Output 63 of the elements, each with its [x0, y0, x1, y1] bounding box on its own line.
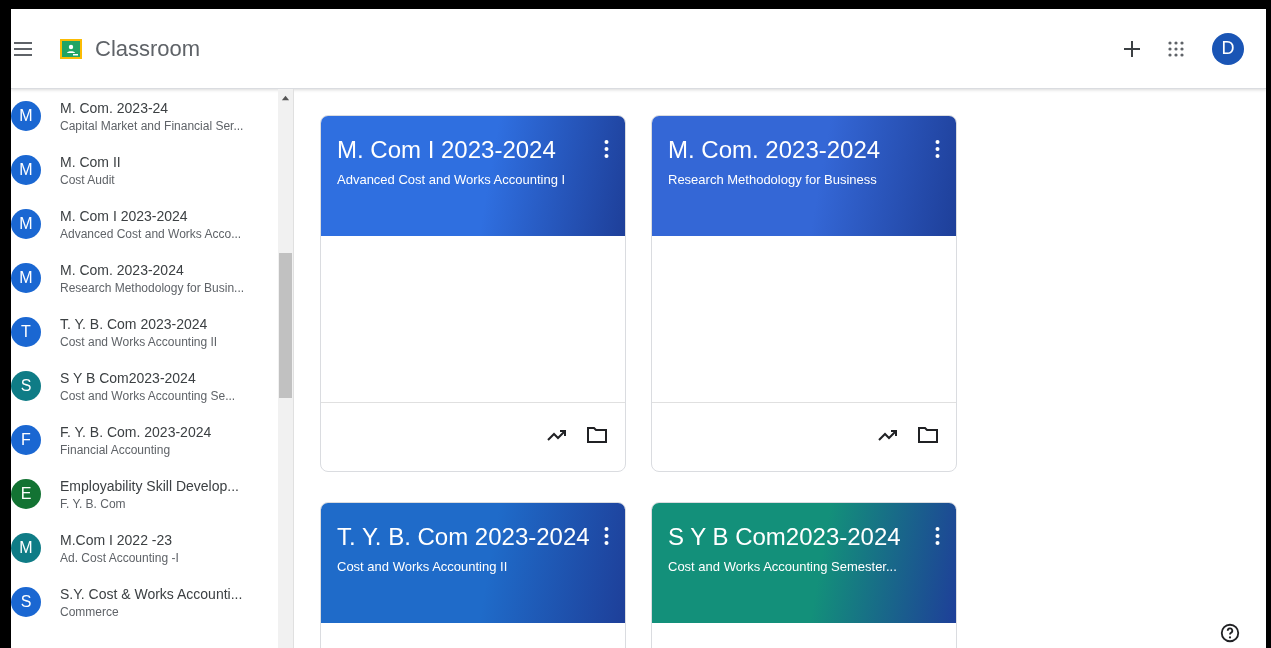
card-title[interactable]: T. Y. B. Com 2023-2024: [337, 523, 590, 551]
class-initial-avatar: M: [11, 533, 41, 563]
class-title: Employability Skill Develop...: [60, 477, 239, 494]
class-list-item[interactable]: M M. Com II Cost Audit: [11, 143, 278, 197]
class-list-item[interactable]: M M. Com I 2023-2024 Advanced Cost and Works Acco...: [11, 197, 278, 251]
class-title: M. Com II: [60, 153, 121, 170]
scroll-up-arrow-icon[interactable]: [281, 94, 290, 103]
class-subtitle: Cost Audit: [60, 172, 116, 187]
class-title: T. Y. B. Com 2023-2024: [60, 315, 209, 332]
card-title[interactable]: M. Com I 2023-2024: [337, 136, 556, 164]
class-list-item[interactable]: M M. Com. 2023-24 Capital Market and Financial Ser...: [11, 89, 278, 143]
class-subtitle: Capital Market and Financial Ser...: [60, 118, 244, 133]
scrollbar-thumb[interactable]: [279, 253, 292, 398]
classroom-logo-icon[interactable]: [59, 36, 83, 61]
class-initial-avatar: S: [11, 371, 41, 401]
class-subtitle: Advanced Cost and Works Acco...: [60, 226, 242, 241]
class-title: S.Y. Cost & Works Accounti...: [60, 585, 243, 602]
class-list-item[interactable]: F F. Y. B. Com. 2023-2024 Financial Accounting: [11, 413, 278, 467]
class-initial-avatar: M: [11, 209, 41, 239]
class-initial-avatar: S: [11, 587, 41, 617]
class-initial-avatar: M: [11, 155, 41, 185]
scrollbar[interactable]: [278, 89, 293, 648]
class-initial-avatar: E: [11, 479, 41, 509]
class-initial-avatar: T: [11, 317, 41, 347]
class-list-item[interactable]: S S Y B Com2023-2024 Cost and Works Accounting Se...: [11, 359, 278, 413]
class-title: M. Com. 2023-2024: [60, 261, 185, 278]
more-options-icon[interactable]: [935, 139, 940, 159]
class-title: S Y B Com2023-2024: [60, 369, 197, 386]
class-subtitle: Research Methodology for Busin...: [60, 280, 245, 295]
more-options-icon[interactable]: [604, 526, 609, 546]
card-banner[interactable]: M. Com. 2023-2024 Research Methodology for Business: [652, 116, 956, 236]
class-list-item[interactable]: E Employability Skill Develop... F. Y. B. Com: [11, 467, 278, 521]
account-avatar[interactable]: D: [1212, 32, 1244, 65]
class-subtitle: Financial Accounting: [60, 442, 172, 457]
card-subtitle: Cost and Works Accounting Semester...: [668, 559, 898, 574]
class-subtitle: Ad. Cost Accounting -I: [60, 550, 179, 565]
class-subtitle: Cost and Works Accounting II: [60, 334, 218, 349]
class-initial-avatar: M: [11, 263, 41, 293]
class-list-item[interactable]: S S.Y. Cost & Works Accounti... Commerce: [11, 575, 278, 629]
class-subtitle: F. Y. B. Com: [60, 496, 127, 511]
class-title: M. Com I 2023-2024: [60, 207, 189, 224]
class-list-item[interactable]: T T. Y. B. Com 2023-2024 Cost and Works Accounting II: [11, 305, 278, 359]
class-title: F. Y. B. Com. 2023-2024: [60, 423, 212, 440]
card-subtitle: Cost and Works Accounting II: [337, 559, 509, 574]
card-banner[interactable]: T. Y. B. Com 2023-2024 Cost and Works Accounting II: [321, 503, 625, 623]
class-list-item[interactable]: M M. Com. 2023-2024 Research Methodology for Busin...: [11, 251, 278, 305]
class-initial-avatar: M: [11, 101, 41, 131]
class-title: M. Com. 2023-24: [60, 99, 170, 116]
card-subtitle: Advanced Cost and Works Accounting I: [337, 172, 567, 187]
help-icon[interactable]: [1219, 622, 1241, 644]
class-title: M.Com I 2022 -23: [60, 531, 174, 548]
class-subtitle: Commerce: [60, 604, 120, 619]
app-title: Classroom: [95, 35, 201, 62]
more-options-icon[interactable]: [604, 139, 609, 159]
class-subtitle: Cost and Works Accounting Se...: [60, 388, 236, 403]
class-initial-avatar: F: [11, 425, 41, 455]
card-banner[interactable]: S Y B Com2023-2024 Cost and Works Accounting Semester...: [652, 503, 956, 623]
class-list-item[interactable]: M M.Com I 2022 -23 Ad. Cost Accounting -I: [11, 521, 278, 575]
card-title[interactable]: M. Com. 2023-2024: [668, 136, 881, 164]
card-subtitle: Research Methodology for Business: [668, 172, 878, 187]
card-banner[interactable]: M. Com I 2023-2024 Advanced Cost and Works Accounting I: [321, 116, 625, 236]
more-options-icon[interactable]: [935, 526, 940, 546]
card-title[interactable]: S Y B Com2023-2024: [668, 523, 901, 551]
